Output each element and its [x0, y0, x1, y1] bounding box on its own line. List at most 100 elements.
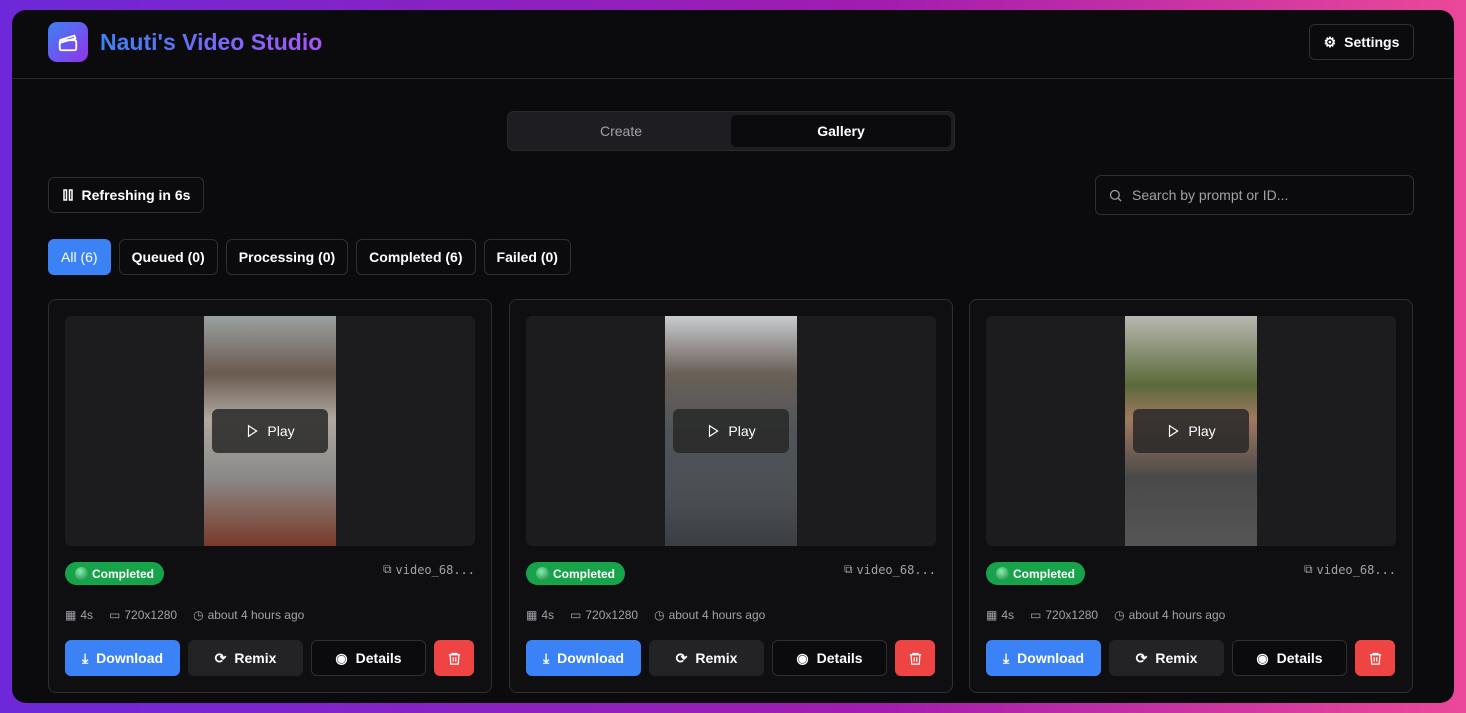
status-badge: Completed [65, 562, 165, 585]
clapperboard-icon [48, 22, 88, 62]
filter-completed[interactable]: Completed (6) [356, 239, 476, 275]
delete-button[interactable] [434, 640, 474, 676]
resolution: 720x1280 [124, 608, 178, 622]
settings-label: Settings [1344, 34, 1400, 50]
card-actions: ⤓ Download ⟳ Remix ◉ Details [526, 640, 935, 676]
refresh-label: Refreshing in 6s [81, 187, 191, 203]
play-label: Play [728, 423, 756, 439]
video-meta: ▦ 4s ▭ 720x1280 ◷ about 4 hours ago [526, 608, 765, 622]
copy-id-button[interactable]: ⧉ video_68... [844, 562, 936, 577]
details-button[interactable]: ◉ Details [772, 640, 887, 676]
status-dot-icon [536, 567, 549, 580]
monitor-icon: ▭ [109, 608, 121, 622]
search-icon [1108, 188, 1123, 203]
video-thumbnail[interactable]: Play [986, 316, 1396, 546]
clock-icon: ◷ [1114, 608, 1125, 622]
remix-label: Remix [1155, 650, 1198, 666]
delete-button[interactable] [895, 640, 935, 676]
auto-refresh-toggle[interactable]: Refreshing in 6s [48, 177, 204, 213]
video-thumbnail[interactable]: Play [65, 316, 475, 546]
download-button[interactable]: ⤓ Download [526, 640, 641, 676]
film-icon: ▦ [526, 608, 538, 622]
status-label: Completed [1013, 566, 1076, 581]
tab-create[interactable]: Create [511, 115, 731, 147]
card-actions: ⤓ Download ⟳ Remix ◉ Details [65, 640, 474, 676]
copy-id-button[interactable]: ⧉ video_68... [383, 562, 475, 577]
app-title: Nauti's Video Studio [100, 29, 323, 55]
details-button[interactable]: ◉ Details [311, 640, 426, 676]
status-dot-icon [996, 567, 1009, 580]
download-icon: ⤓ [81, 649, 89, 666]
refresh-icon: ⟳ [1135, 649, 1148, 666]
copy-icon: ⧉ [843, 562, 853, 576]
created-time: about 4 hours ago [207, 608, 305, 622]
remix-button[interactable]: ⟳ Remix [649, 640, 764, 676]
video-meta: ▦ 4s ▭ 720x1280 ◷ about 4 hours ago [65, 608, 304, 622]
filter-queued[interactable]: Queued (0) [118, 239, 218, 275]
status-badge: Completed [986, 562, 1086, 585]
resolution: 720x1280 [585, 608, 639, 622]
play-button[interactable]: Play [212, 409, 328, 453]
download-label: Download [1017, 650, 1085, 666]
status-filters: All (6) Queued (0) Processing (0) Comple… [48, 239, 571, 275]
video-id: video_68... [856, 562, 936, 577]
details-label: Details [355, 650, 402, 666]
filter-processing[interactable]: Processing (0) [225, 239, 349, 275]
search-input[interactable]: Search by prompt or ID... [1095, 175, 1414, 215]
card-actions: ⤓ Download ⟳ Remix ◉ Details [986, 640, 1395, 676]
download-button[interactable]: ⤓ Download [986, 640, 1101, 676]
clock-icon: ◷ [193, 608, 204, 622]
refresh-icon: ⟳ [675, 649, 688, 666]
created-time: about 4 hours ago [668, 608, 766, 622]
eye-icon: ◉ [335, 649, 348, 666]
video-card: Play Completed ⧉ video_68... ▦ 4s ▭ 720x128… [969, 299, 1413, 693]
filter-failed[interactable]: Failed (0) [483, 239, 571, 275]
video-card: Play Completed ⧉ video_68... ▦ 4s ▭ 720x128… [48, 299, 492, 693]
details-label: Details [1276, 650, 1323, 666]
copy-id-button[interactable]: ⧉ video_68... [1304, 562, 1396, 577]
app-window: Nauti's Video Studio ⚙ Settings Create Ga… [12, 10, 1454, 703]
monitor-icon: ▭ [1030, 608, 1042, 622]
gear-icon: ⚙ [1323, 33, 1337, 50]
trash-icon [908, 651, 923, 666]
status-dot-icon [75, 567, 88, 580]
film-icon: ▦ [986, 608, 998, 622]
settings-button[interactable]: ⚙ Settings [1309, 24, 1414, 60]
play-icon [1166, 424, 1180, 438]
video-thumbnail[interactable]: Play [526, 316, 936, 546]
video-id: video_68... [1316, 562, 1396, 577]
remix-button[interactable]: ⟳ Remix [1109, 640, 1224, 676]
remix-label: Remix [695, 650, 738, 666]
download-button[interactable]: ⤓ Download [65, 640, 180, 676]
download-icon: ⤓ [1002, 649, 1010, 666]
play-button[interactable]: Play [1133, 409, 1249, 453]
remix-button[interactable]: ⟳ Remix [188, 640, 303, 676]
trash-icon [447, 651, 462, 666]
status-label: Completed [553, 566, 616, 581]
resolution: 720x1280 [1045, 608, 1099, 622]
play-label: Play [1188, 423, 1216, 439]
header: Nauti's Video Studio ⚙ Settings [12, 10, 1454, 79]
download-label: Download [96, 650, 164, 666]
details-button[interactable]: ◉ Details [1232, 640, 1347, 676]
tab-gallery[interactable]: Gallery [731, 115, 951, 147]
video-card: Play Completed ⧉ video_68... ▦ 4s ▭ 720x128… [509, 299, 953, 693]
play-button[interactable]: Play [673, 409, 789, 453]
refresh-icon: ⟳ [214, 649, 227, 666]
copy-icon: ⧉ [1303, 562, 1313, 576]
film-icon: ▦ [65, 608, 77, 622]
status-badge: Completed [526, 562, 626, 585]
play-label: Play [267, 423, 295, 439]
status-label: Completed [92, 566, 155, 581]
view-tabs: Create Gallery [507, 111, 955, 151]
filter-all[interactable]: All (6) [48, 239, 111, 275]
download-label: Download [557, 650, 625, 666]
eye-icon: ◉ [796, 649, 809, 666]
details-label: Details [816, 650, 863, 666]
delete-button[interactable] [1355, 640, 1395, 676]
video-id: video_68... [395, 562, 475, 577]
copy-icon: ⧉ [382, 562, 392, 576]
trash-icon [1368, 651, 1383, 666]
duration: 4s [541, 608, 555, 622]
eye-icon: ◉ [1256, 649, 1269, 666]
